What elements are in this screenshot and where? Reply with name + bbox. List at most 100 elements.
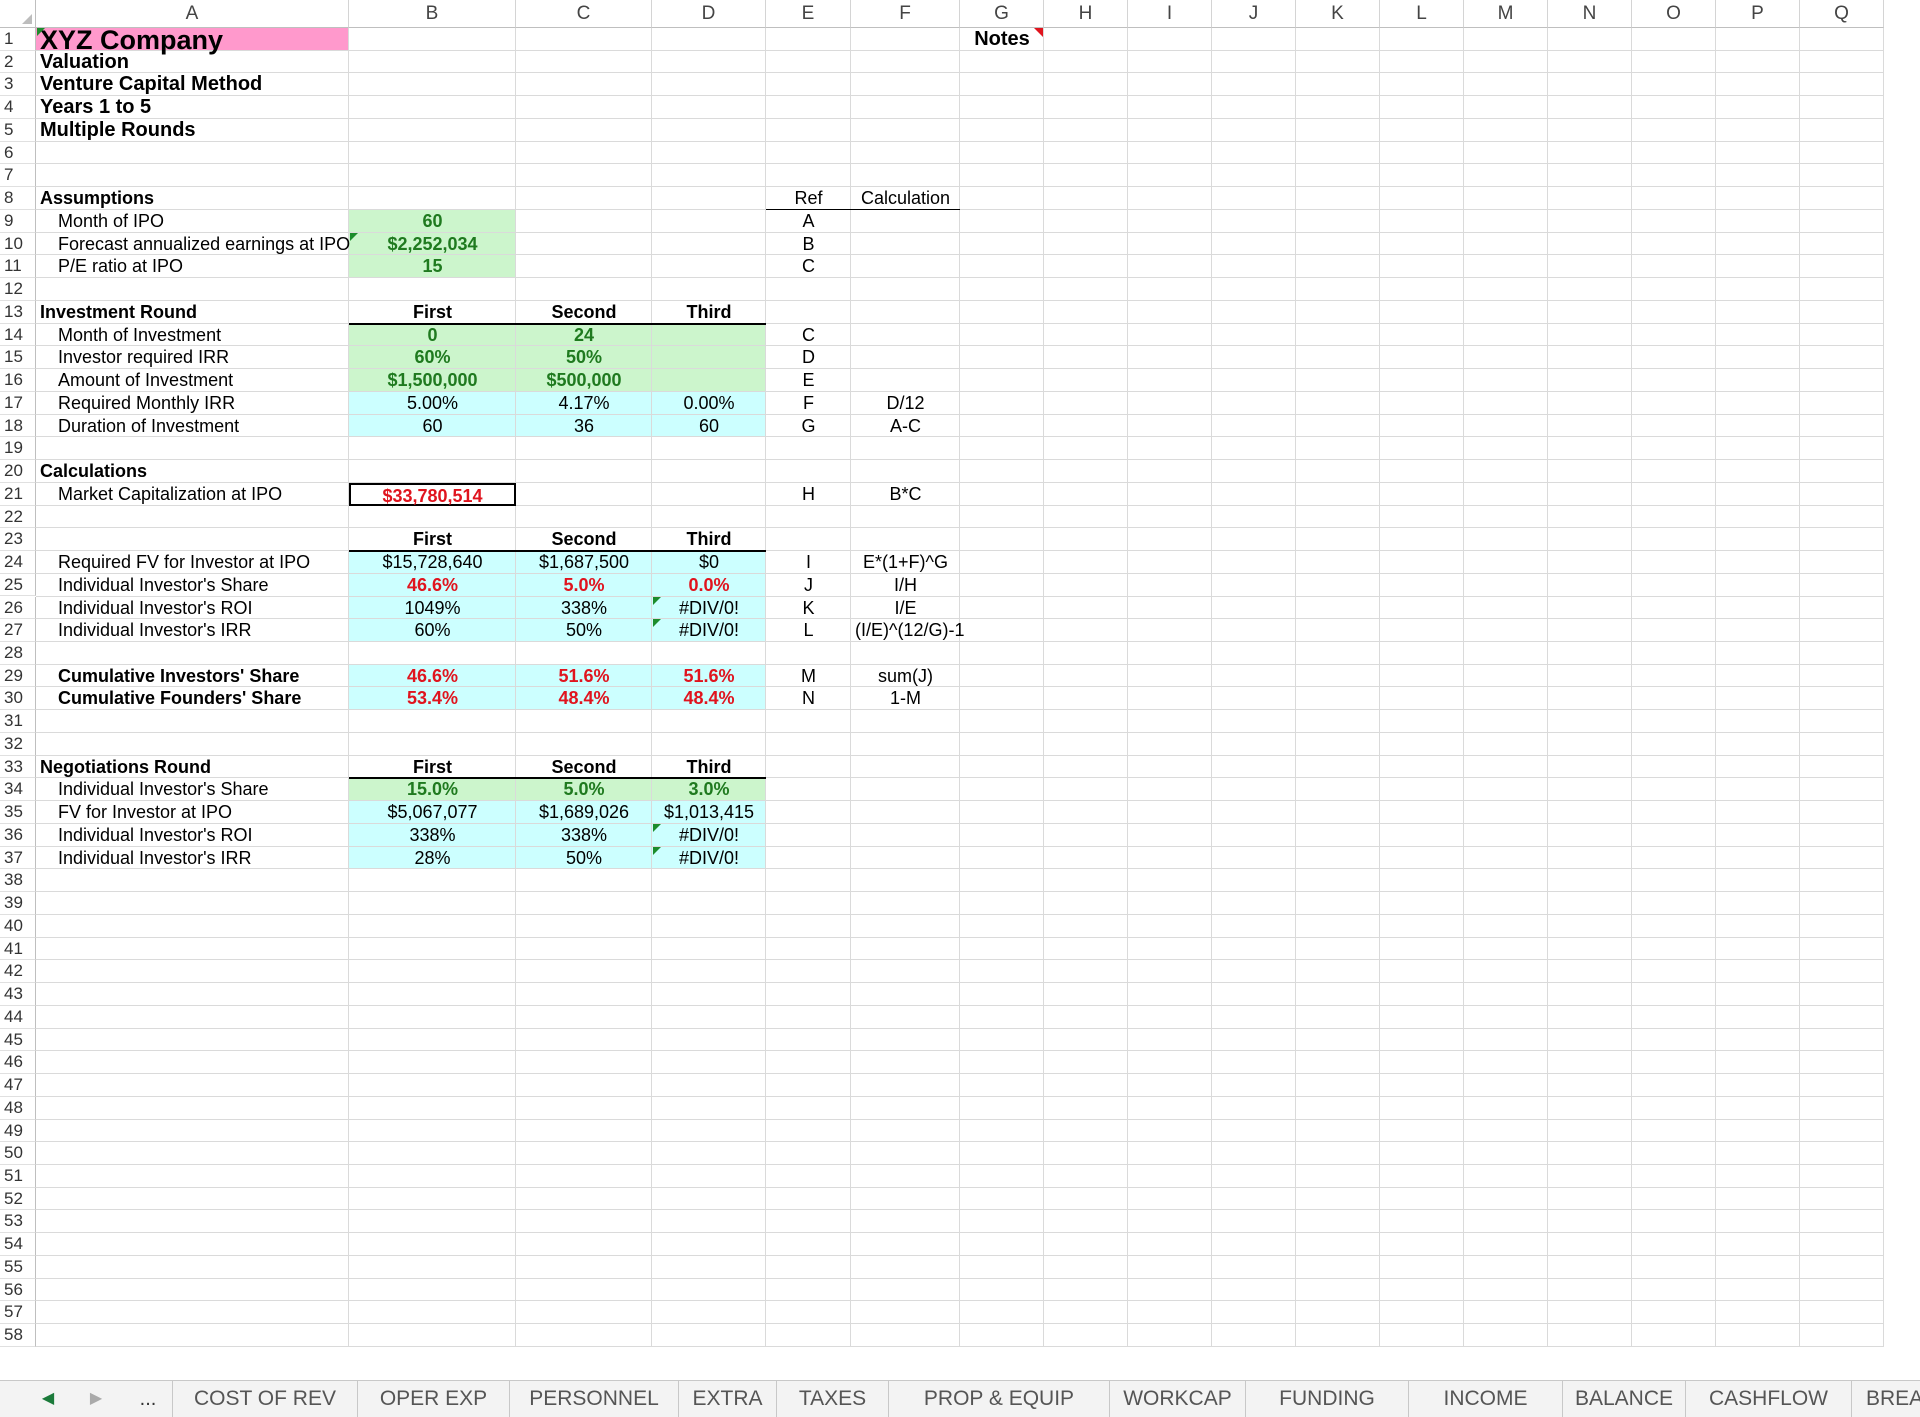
scroll-tabs-left-icon[interactable]: ◀	[30, 1381, 66, 1417]
investment-round-title[interactable]: Investment Round	[36, 301, 349, 324]
ref-letter[interactable]: F	[766, 392, 851, 415]
negotiation-value[interactable]: 50%	[516, 847, 652, 870]
investment-value[interactable]: 5.00%	[349, 392, 516, 415]
sheet-tab-cost-of-rev[interactable]: COST OF REV	[172, 1381, 358, 1417]
calc-value[interactable]: 338%	[516, 597, 652, 620]
row-header-28[interactable]: 28	[0, 641, 36, 665]
column-header-g[interactable]: G	[960, 0, 1044, 28]
negotiation-value[interactable]: 3.0%	[652, 778, 766, 801]
investment-value[interactable]: 60%	[349, 346, 516, 369]
row-header-3[interactable]: 3	[0, 73, 36, 97]
row-header-1[interactable]: 1	[0, 28, 36, 51]
row-header-42[interactable]: 42	[0, 960, 36, 984]
row-header-26[interactable]: 26	[0, 596, 36, 620]
row-header-6[interactable]: 6	[0, 141, 36, 165]
investment-value[interactable]: 60	[349, 415, 516, 438]
assumption-value[interactable]: $2,252,034	[349, 233, 516, 256]
negotiation-label[interactable]: Individual Investor's IRR	[36, 847, 349, 870]
row-header-9[interactable]: 9	[0, 209, 36, 233]
row-header-32[interactable]: 32	[0, 732, 36, 756]
column-header-q[interactable]: Q	[1800, 0, 1884, 28]
cumulative-value[interactable]: 48.4%	[516, 687, 652, 710]
investment-label[interactable]: Investor required IRR	[36, 346, 349, 369]
row-header-23[interactable]: 23	[0, 528, 36, 551]
calc-value[interactable]: $15,728,640	[349, 551, 516, 574]
round-column-header[interactable]: Third	[652, 528, 766, 551]
calc-formula[interactable]	[851, 369, 960, 392]
column-header-h[interactable]: H	[1044, 0, 1128, 28]
row-header-34[interactable]: 34	[0, 778, 36, 802]
calculations-title[interactable]: Calculations	[36, 460, 349, 483]
investment-value[interactable]: 24	[516, 324, 652, 347]
row-header-52[interactable]: 52	[0, 1187, 36, 1211]
investment-value[interactable]: 0	[349, 324, 516, 347]
row-header-39[interactable]: 39	[0, 892, 36, 915]
row-header-57[interactable]: 57	[0, 1301, 36, 1325]
cumulative-value[interactable]: 46.6%	[349, 665, 516, 688]
calc-value[interactable]: 60%	[349, 619, 516, 642]
negotiation-value[interactable]: $5,067,077	[349, 801, 516, 824]
row-header-35[interactable]: 35	[0, 801, 36, 824]
more-tabs-button[interactable]: ...	[128, 1381, 168, 1417]
calc-formula[interactable]: sum(J)	[851, 665, 960, 688]
row-header-21[interactable]: 21	[0, 482, 36, 506]
calc-label[interactable]: Individual Investor's IRR	[36, 619, 349, 642]
negotiation-label[interactable]: FV for Investor at IPO	[36, 801, 349, 824]
row-header-29[interactable]: 29	[0, 664, 36, 688]
calc-formula[interactable]: I/E	[851, 597, 960, 620]
column-header-b[interactable]: B	[349, 0, 516, 28]
column-header-n[interactable]: N	[1548, 0, 1632, 28]
negotiations-round-title[interactable]: Negotiations Round	[36, 756, 349, 779]
row-header-55[interactable]: 55	[0, 1255, 36, 1279]
cumulative-label[interactable]: Cumulative Founders' Share	[36, 687, 349, 710]
assumption-value[interactable]: 15	[349, 255, 516, 278]
investment-label[interactable]: Duration of Investment	[36, 415, 349, 438]
row-header-14[interactable]: 14	[0, 323, 36, 347]
calc-value[interactable]: #DIV/0!	[652, 597, 766, 620]
investment-value[interactable]: 0.00%	[652, 392, 766, 415]
sheet-tab-funding[interactable]: FUNDING	[1246, 1381, 1409, 1417]
row-header-5[interactable]: 5	[0, 118, 36, 142]
row-header-41[interactable]: 41	[0, 937, 36, 961]
row-header-37[interactable]: 37	[0, 846, 36, 870]
market-cap-value[interactable]: $33,780,514	[349, 482, 516, 506]
negotiation-label[interactable]: Individual Investor's ROI	[36, 824, 349, 847]
investment-label[interactable]: Month of Investment	[36, 324, 349, 347]
row-header-15[interactable]: 15	[0, 346, 36, 370]
calc-label[interactable]: Required FV for Investor at IPO	[36, 551, 349, 574]
negotiation-label[interactable]: Individual Investor's Share	[36, 778, 349, 801]
calc-formula[interactable]: (I/E)^(12/G)-1	[851, 619, 964, 642]
column-header-m[interactable]: M	[1464, 0, 1548, 28]
cumulative-value[interactable]: 53.4%	[349, 687, 516, 710]
row-header-20[interactable]: 20	[0, 460, 36, 483]
row-header-50[interactable]: 50	[0, 1142, 36, 1165]
row-header-12[interactable]: 12	[0, 278, 36, 301]
row-header-31[interactable]: 31	[0, 710, 36, 733]
row-header-40[interactable]: 40	[0, 914, 36, 938]
negotiation-value[interactable]: #DIV/0!	[652, 847, 766, 870]
ref-header[interactable]: Ref	[766, 187, 851, 210]
row-header-36[interactable]: 36	[0, 823, 36, 847]
investment-label[interactable]: Amount of Investment	[36, 369, 349, 392]
column-header-a[interactable]: A	[36, 0, 349, 28]
column-header-o[interactable]: O	[1632, 0, 1716, 28]
row-header-16[interactable]: 16	[0, 369, 36, 392]
ref-letter[interactable]: G	[766, 415, 851, 438]
sheet-tab-prop-equip[interactable]: PROP & EQUIP	[889, 1381, 1110, 1417]
investment-value[interactable]: 36	[516, 415, 652, 438]
investment-value[interactable]	[652, 324, 766, 347]
row-header-33[interactable]: 33	[0, 755, 36, 779]
assumption-label[interactable]: Forecast annualized earnings at IPO	[36, 233, 350, 256]
assumption-label[interactable]: P/E ratio at IPO	[36, 255, 349, 278]
investment-value[interactable]	[652, 346, 766, 369]
row-header-30[interactable]: 30	[0, 687, 36, 711]
ref-letter[interactable]: D	[766, 346, 851, 369]
ref-letter[interactable]: J	[766, 574, 851, 597]
calc-formula[interactable]: I/H	[851, 574, 960, 597]
row-header-24[interactable]: 24	[0, 551, 36, 574]
calc-formula[interactable]: E*(1+F)^G	[851, 551, 960, 574]
calc-value[interactable]: 1049%	[349, 597, 516, 620]
investment-value[interactable]: 50%	[516, 346, 652, 369]
negotiation-value[interactable]: 338%	[349, 824, 516, 847]
assumption-value[interactable]: 60	[349, 210, 516, 233]
